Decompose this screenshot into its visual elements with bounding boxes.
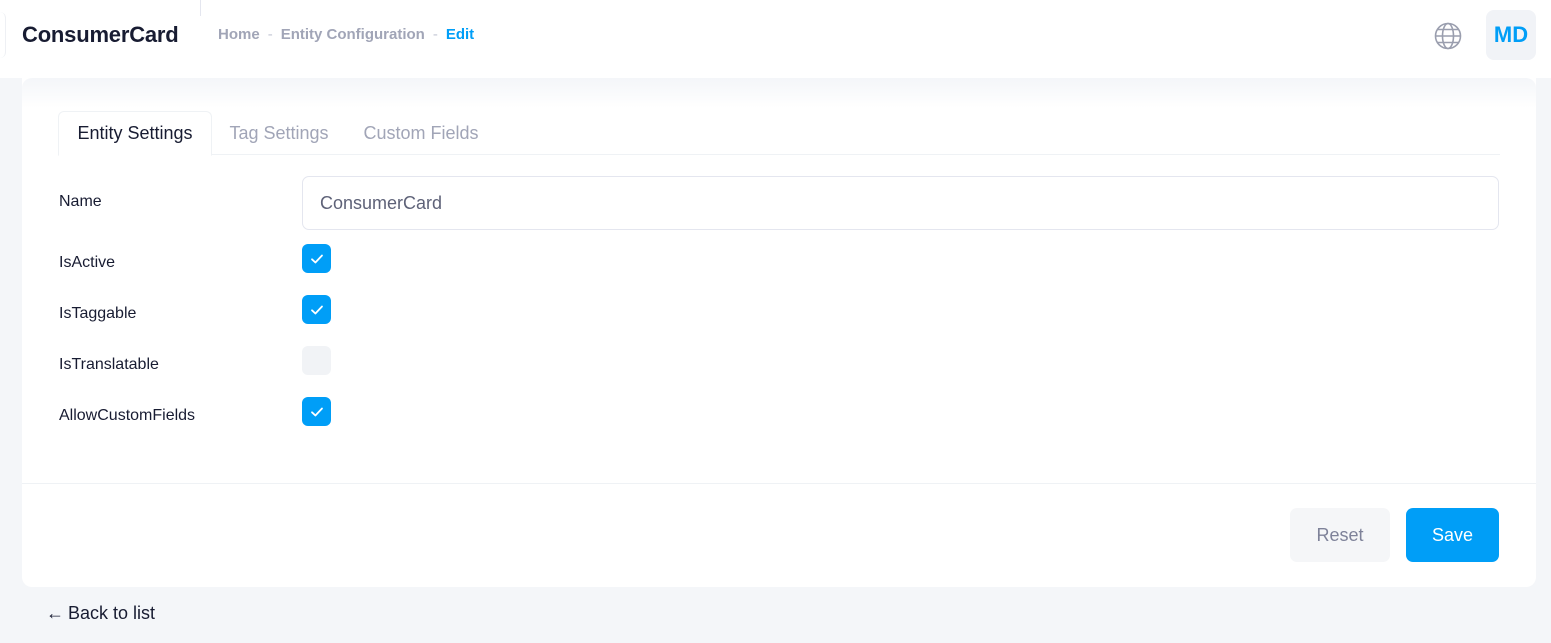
istaggable-label: IsTaggable bbox=[59, 305, 137, 322]
breadcrumb-edit: Edit bbox=[445, 26, 475, 43]
name-label: Name bbox=[59, 193, 102, 210]
tab-bar: Entity Settings Tag Settings Custom Fiel… bbox=[58, 111, 1500, 156]
breadcrumb: Home - Entity Configuration - Edit bbox=[218, 26, 474, 43]
page-title: ConsumerCard bbox=[22, 22, 179, 47]
tab-entity-settings[interactable]: Entity Settings bbox=[58, 111, 212, 156]
entity-settings-card: Entity Settings Tag Settings Custom Fiel… bbox=[22, 78, 1536, 587]
header-divider bbox=[200, 0, 201, 16]
reset-button[interactable]: Reset bbox=[1290, 508, 1390, 562]
tab-custom-fields[interactable]: Custom Fields bbox=[350, 111, 492, 155]
checkmark-icon bbox=[310, 305, 323, 314]
allowcustomfields-label: AllowCustomFields bbox=[59, 407, 196, 424]
name-input[interactable] bbox=[302, 176, 1499, 230]
istranslatable-checkbox[interactable] bbox=[302, 346, 331, 375]
sidebar-toggle-edge[interactable] bbox=[0, 12, 6, 58]
top-header: ConsumerCard Home - Entity Configuration… bbox=[0, 0, 1551, 78]
arrow-left-icon: ← bbox=[46, 603, 64, 623]
globe-icon[interactable] bbox=[1432, 20, 1464, 52]
checkmark-icon bbox=[310, 254, 323, 263]
user-avatar[interactable]: MD bbox=[1486, 10, 1536, 60]
card-top-shade bbox=[22, 78, 1536, 108]
allowcustomfields-checkbox[interactable] bbox=[302, 397, 331, 426]
isactive-label: IsActive bbox=[59, 254, 116, 271]
tab-tag-settings[interactable]: Tag Settings bbox=[218, 111, 340, 155]
istaggable-checkbox[interactable] bbox=[302, 295, 331, 324]
card-footer-divider bbox=[22, 483, 1536, 484]
istranslatable-label: IsTranslatable bbox=[59, 356, 159, 373]
isactive-checkbox[interactable] bbox=[302, 244, 331, 273]
breadcrumb-separator: - bbox=[267, 26, 273, 43]
breadcrumb-separator: - bbox=[432, 26, 438, 43]
back-to-list-link[interactable]: ← Back to list bbox=[46, 603, 155, 624]
checkmark-icon bbox=[310, 407, 323, 416]
save-button[interactable]: Save bbox=[1406, 508, 1499, 562]
back-to-list-label: Back to list bbox=[68, 603, 156, 623]
breadcrumb-entity-configuration[interactable]: Entity Configuration bbox=[281, 26, 425, 43]
breadcrumb-home[interactable]: Home bbox=[218, 26, 260, 43]
